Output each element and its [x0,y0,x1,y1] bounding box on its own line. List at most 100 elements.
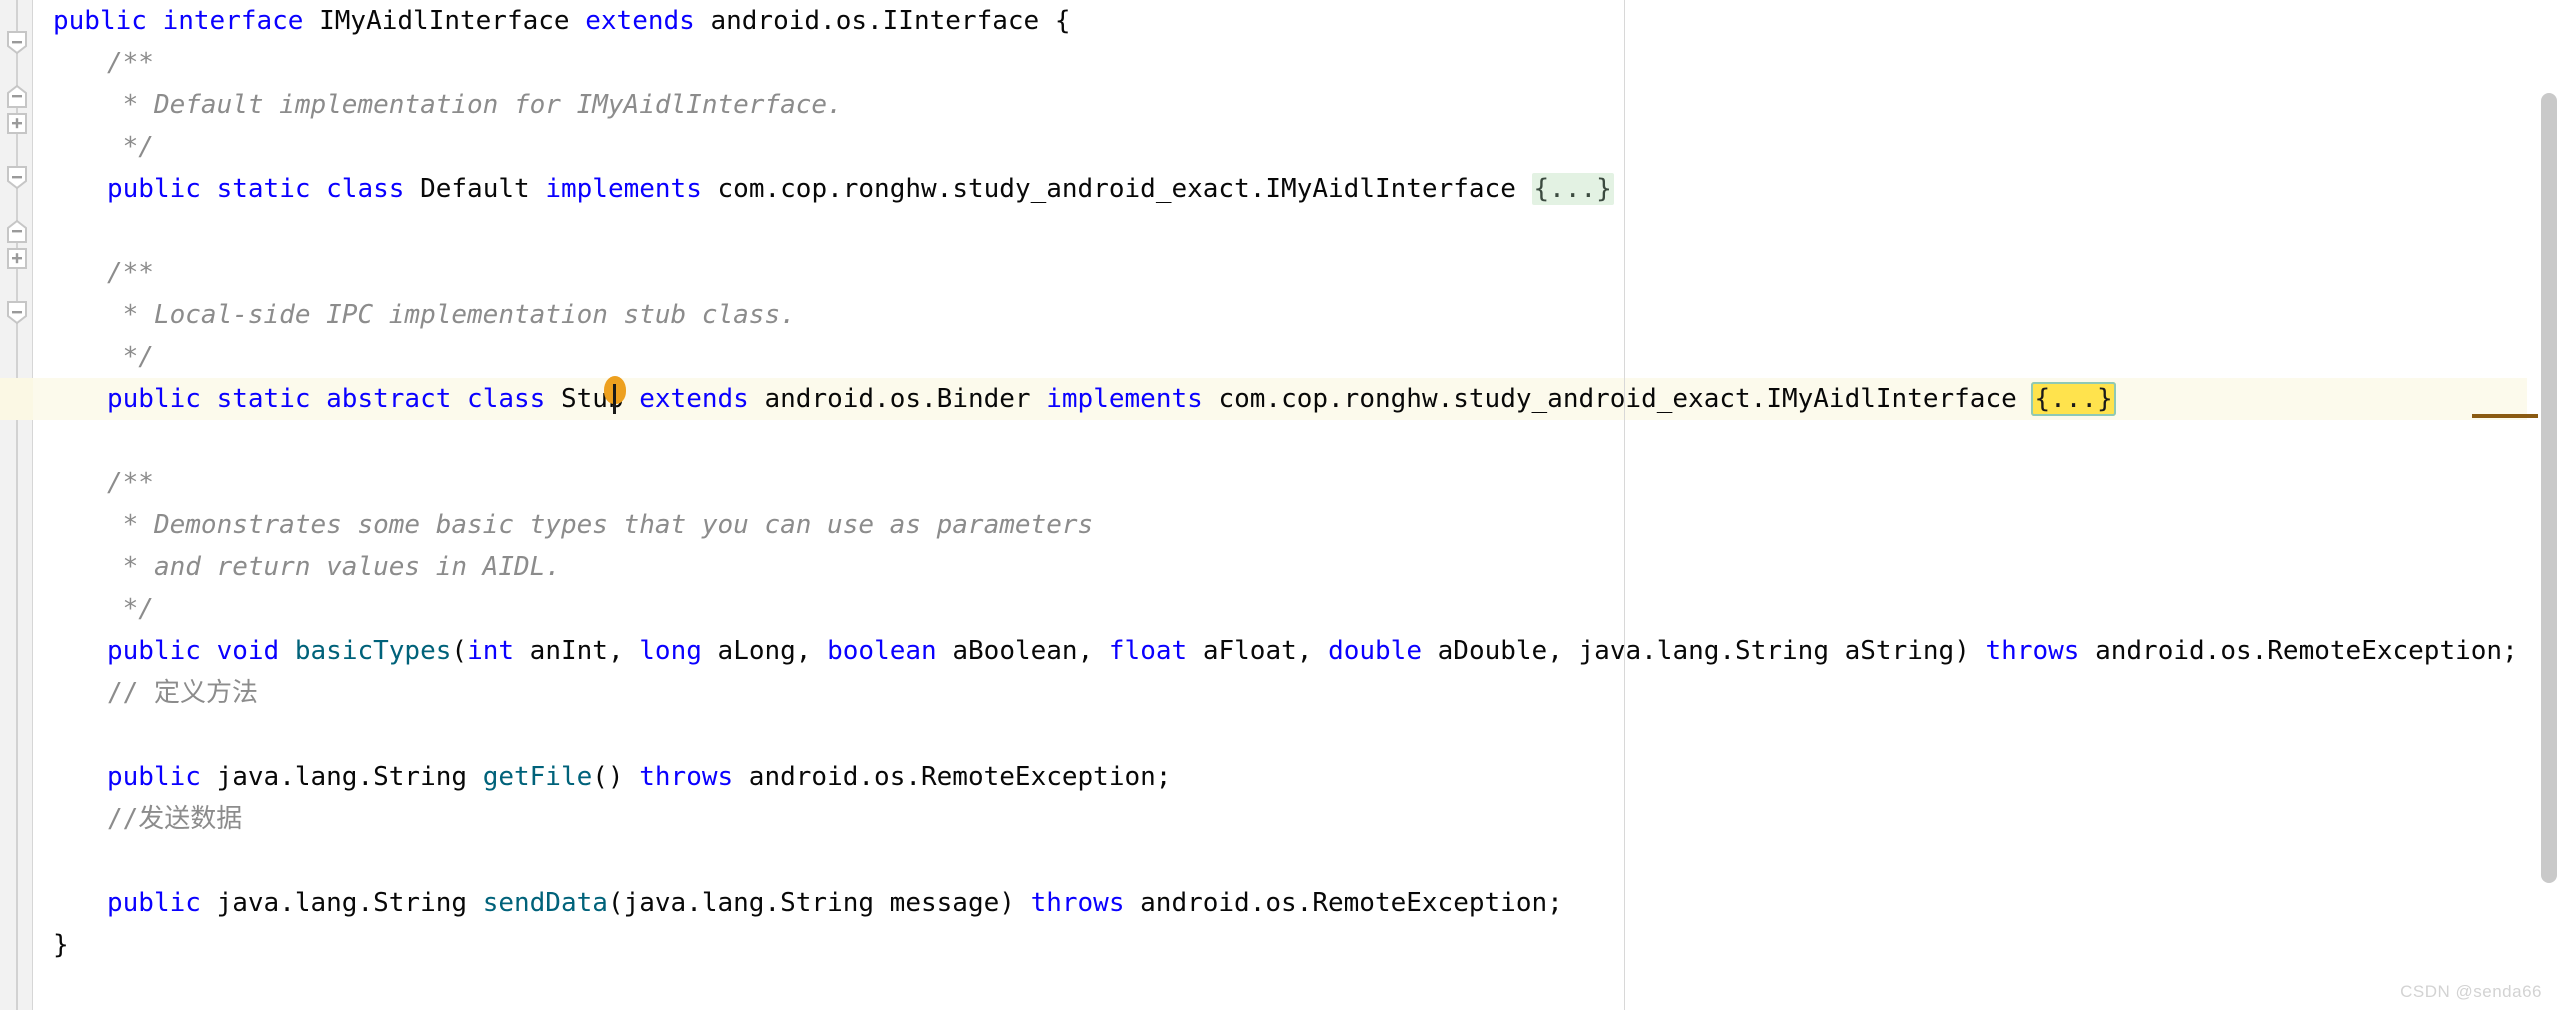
javadoc-token: */ [107,594,154,624]
code-line[interactable]: } [33,924,69,966]
code-line[interactable]: public static class Default implements c… [33,168,1614,210]
keyword-token: throws [1031,888,1125,918]
keyword-token: implements [1046,384,1203,414]
fold-toggle-fold-end[interactable] [5,84,29,109]
fold-toggle-fold-collapsed[interactable] [5,246,29,271]
code-line[interactable]: public java.lang.String getFile() throws… [33,756,1171,798]
code-token: () [592,762,639,792]
javadoc-token: */ [107,132,154,162]
code-token [201,384,217,414]
gutter-guide-line [16,0,18,1010]
editor-gutter[interactable] [0,0,33,1010]
keyword-token: extends [639,384,749,414]
code-line[interactable]: //发送数据 [33,798,242,840]
code-token [451,384,467,414]
keyword-token: void [217,636,280,666]
code-token: ( [451,636,467,666]
code-fold-placeholder-selected: {...} [2031,382,2115,416]
code-line[interactable]: // 定义方法 [33,672,258,714]
method-name-token: basicTypes [295,636,452,666]
code-line[interactable]: * Default implementation for IMyAidlInte… [33,84,843,126]
javadoc-token: * Local-side IPC implementation stub cla… [107,300,796,330]
code-content-area[interactable]: public interface IMyAidlInterface extend… [33,0,2560,1010]
keyword-token: public [107,636,201,666]
keyword-token: public [107,762,201,792]
fold-toggle-fold-start-open[interactable] [5,165,29,190]
keyword-token: public [107,384,201,414]
margin-guide-line [1624,0,1625,1010]
code-line[interactable]: */ [33,126,154,168]
code-token [201,174,217,204]
code-token: android.os.RemoteException; [733,762,1171,792]
code-token: (java.lang.String message) [608,888,1031,918]
code-token: IMyAidlInterface [303,6,585,36]
code-line[interactable]: /** [33,42,154,84]
fold-toggle-fold-collapsed[interactable] [5,111,29,136]
fold-toggle-fold-start-open[interactable] [5,300,29,325]
keyword-token: throws [639,762,733,792]
keyword-token: implements [545,174,702,204]
code-token: android.os.RemoteException; [2079,636,2517,666]
code-editor: public interface IMyAidlInterface extend… [0,0,2560,1010]
code-token: java.lang.String [201,888,483,918]
code-token [201,636,217,666]
comment-token: // 定义方法 [107,678,258,708]
method-name-token: getFile [483,762,593,792]
keyword-token: int [467,636,514,666]
keyword-token: public [53,6,147,36]
keyword-token: double [1328,636,1422,666]
code-token: aDouble, java.lang.String aString) [1422,636,1986,666]
code-line[interactable]: * Local-side IPC implementation stub cla… [33,294,796,336]
keyword-token: class [326,174,404,204]
vertical-scrollbar-thumb[interactable] [2541,93,2557,883]
keyword-token: public [107,174,201,204]
keyword-token: static [217,384,311,414]
code-token: anInt, [514,636,639,666]
javadoc-token: /** [107,48,154,78]
code-line[interactable]: /** [33,252,154,294]
code-token: java.lang.String [201,762,483,792]
code-line[interactable]: public java.lang.String sendData(java.la… [33,882,1563,924]
keyword-token: class [467,384,545,414]
fold-toggle-fold-end[interactable] [5,219,29,244]
code-token: android.os.Binder [749,384,1046,414]
code-line[interactable]: public void basicTypes(int anInt, long a… [33,630,2518,672]
scrollbar-caret-marker[interactable] [2472,414,2538,418]
javadoc-token: * Demonstrates some basic types that you… [107,510,1093,540]
code-token: com.cop.ronghw.study_android_exact.IMyAi… [1203,384,2033,414]
code-token [311,384,327,414]
javadoc-token: /** [107,258,154,288]
code-line[interactable]: */ [33,588,154,630]
fold-toggle-fold-start-open[interactable] [5,30,29,55]
keyword-token: long [639,636,702,666]
keyword-token: interface [163,6,304,36]
code-line[interactable]: */ [33,336,154,378]
code-token: aBoolean, [937,636,1109,666]
code-token [147,6,163,36]
text-caret [613,384,616,414]
code-token: android.os.RemoteException; [1124,888,1562,918]
javadoc-token: /** [107,468,154,498]
code-token: Default [404,174,545,204]
keyword-token: abstract [326,384,451,414]
keyword-token: boolean [827,636,937,666]
code-token: aFloat, [1187,636,1328,666]
code-line[interactable]: * Demonstrates some basic types that you… [33,504,1093,546]
javadoc-token: * and return values in AIDL. [107,552,561,582]
gutter-caret-line-highlight [0,378,33,420]
code-token: aLong, [702,636,827,666]
code-line[interactable]: public static abstract class Stub extend… [33,378,2115,420]
vertical-scrollbar-track[interactable] [2538,0,2560,1010]
method-name-token: sendData [483,888,608,918]
code-token [311,174,327,204]
javadoc-token: * Default implementation for IMyAidlInte… [107,90,843,120]
code-line[interactable]: public interface IMyAidlInterface extend… [33,0,1071,42]
keyword-token: static [217,174,311,204]
code-token: android.os.IInterface { [695,6,1071,36]
code-fold-placeholder: {...} [1532,173,1614,205]
code-line[interactable]: /** [33,462,154,504]
code-line[interactable]: * and return values in AIDL. [33,546,561,588]
watermark-label: CSDN @senda66 [2400,982,2542,1002]
code-token: com.cop.ronghw.study_android_exact.IMyAi… [702,174,1532,204]
keyword-token: extends [585,6,695,36]
